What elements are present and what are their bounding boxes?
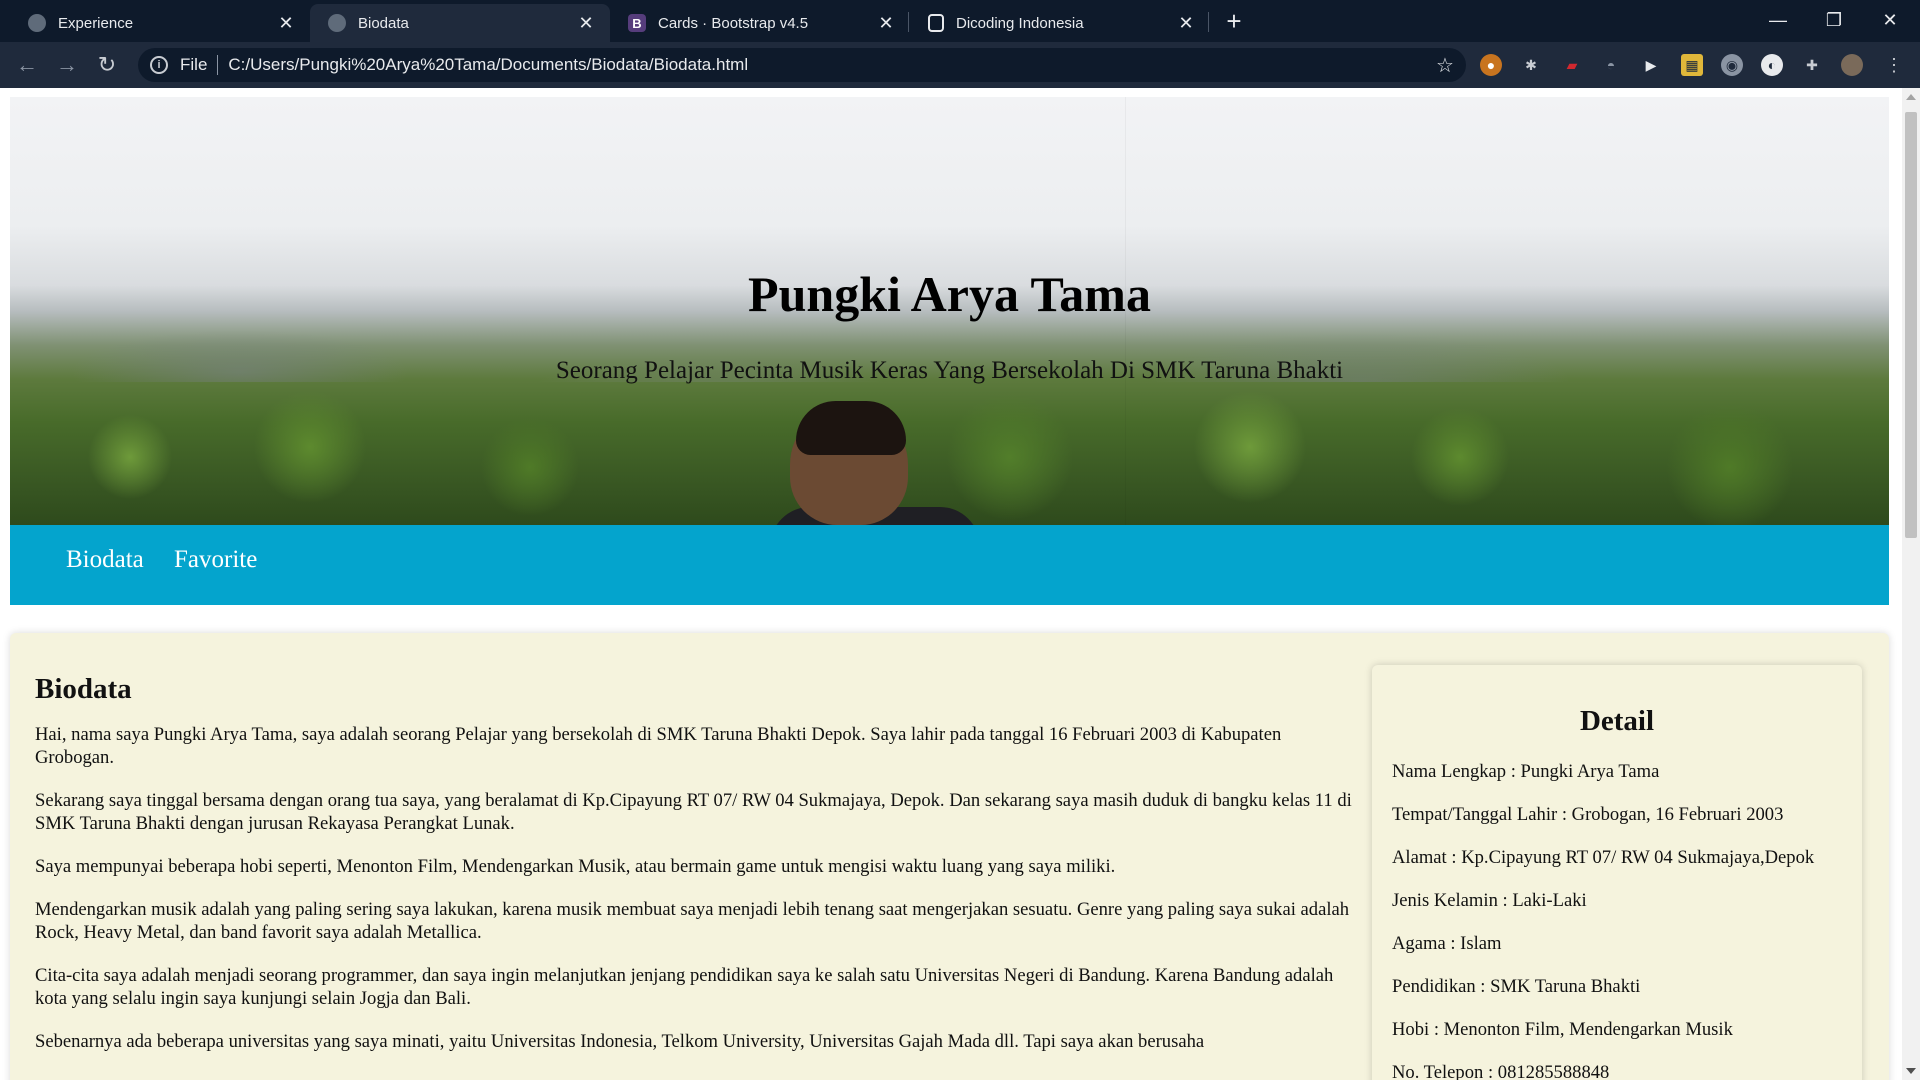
close-icon[interactable]: ✕ bbox=[276, 13, 296, 34]
nav-link-favorite[interactable]: Favorite bbox=[174, 546, 257, 574]
biodata-paragraph: Sekarang saya tinggal bersama dengan ora… bbox=[35, 790, 1352, 834]
biodata-paragraph: Hai, nama saya Pungki Arya Tama, saya ad… bbox=[35, 724, 1282, 768]
biodata-paragraph: Mendengarkan musik adalah yang paling se… bbox=[35, 899, 1350, 943]
address-bar[interactable]: i File C:/Users/Pungki%20Arya%20Tama/Doc… bbox=[138, 48, 1466, 82]
address-url[interactable]: C:/Users/Pungki%20Arya%20Tama/Documents/… bbox=[228, 55, 1430, 75]
detail-row-name: Nama Lengkap : Pungki Arya Tama bbox=[1392, 761, 1660, 782]
bookmark-star-icon[interactable]: ☆ bbox=[1430, 53, 1460, 78]
page-scrollbar[interactable] bbox=[1902, 88, 1920, 1080]
extension-icon[interactable]: ▰ bbox=[1561, 54, 1583, 76]
biodata-paragraph: Sebenarnya ada beberapa universitas yang… bbox=[35, 1031, 1205, 1052]
nav-link-biodata[interactable]: Biodata bbox=[66, 546, 144, 574]
scroll-up-arrow-icon[interactable] bbox=[1906, 94, 1916, 100]
biodata-heading: Biodata bbox=[35, 673, 132, 705]
biodata-paragraph: Cita-cita saya adalah menjadi seorang pr… bbox=[35, 965, 1334, 1009]
close-icon[interactable]: ✕ bbox=[576, 13, 596, 34]
bootstrap-icon: B bbox=[628, 14, 646, 32]
tab-title: Cards · Bootstrap v4.5 bbox=[658, 14, 809, 32]
extension-icon[interactable]: ● bbox=[1480, 54, 1502, 76]
page-viewport: Pungki Arya Tama Seorang Pelajar Pecinta… bbox=[0, 88, 1920, 1080]
globe-icon bbox=[328, 14, 346, 32]
tab-title: Biodata bbox=[358, 14, 409, 32]
detail-card: Detail Nama Lengkap : Pungki Arya Tama T… bbox=[1372, 665, 1862, 1080]
address-divider bbox=[217, 55, 219, 75]
tab-divider bbox=[908, 12, 909, 32]
detail-row-gender: Jenis Kelamin : Laki-Laki bbox=[1392, 890, 1587, 911]
close-icon[interactable]: ✕ bbox=[876, 13, 896, 34]
avatar[interactable] bbox=[1841, 54, 1863, 76]
close-window-button[interactable]: ✕ bbox=[1862, 0, 1918, 40]
back-button[interactable]: ← bbox=[12, 50, 42, 80]
minimize-button[interactable]: — bbox=[1750, 0, 1806, 40]
tab-biodata[interactable]: Biodata ✕ bbox=[310, 4, 610, 42]
detail-row-education: Pendidikan : SMK Taruna Bhakti bbox=[1392, 976, 1641, 997]
hero-subtitle: Seorang Pelajar Pecinta Musik Keras Yang… bbox=[555, 357, 1344, 384]
hero-person-photo bbox=[796, 401, 906, 455]
detail-row-birth: Tempat/Tanggal Lahir : Grobogan, 16 Febr… bbox=[1392, 804, 1784, 825]
tab-title: Experience bbox=[58, 14, 134, 32]
dicoding-icon bbox=[928, 14, 944, 32]
globe-icon bbox=[28, 14, 46, 32]
browser-tab-strip: Experience ✕ Biodata ✕ B Cards · Bootstr… bbox=[0, 0, 1920, 42]
detail-row-hobby: Hobi : Menonton Film, Mendengarkan Musik bbox=[1392, 1019, 1733, 1040]
tab-title: Dicoding Indonesia bbox=[956, 14, 1084, 32]
page-navbar: Biodata Favorite bbox=[10, 525, 1889, 605]
biodata-section: Biodata Hai, nama saya Pungki Arya Tama,… bbox=[35, 673, 1360, 1073]
tab-experience[interactable]: Experience ✕ bbox=[10, 4, 310, 42]
hero-banner: Pungki Arya Tama Seorang Pelajar Pecinta… bbox=[10, 97, 1889, 525]
tab-bootstrap-cards[interactable]: B Cards · Bootstrap v4.5 ✕ bbox=[610, 4, 910, 42]
menu-dots-icon[interactable]: ⋮ bbox=[1883, 54, 1905, 76]
tab-divider bbox=[1208, 12, 1209, 32]
extension-icon[interactable]: ◉ bbox=[1721, 54, 1743, 76]
extension-icon[interactable]: ▦ bbox=[1681, 54, 1703, 76]
hero-title: Pungki Arya Tama bbox=[748, 266, 1151, 322]
forward-button[interactable]: → bbox=[52, 50, 82, 80]
scroll-down-arrow-icon[interactable] bbox=[1906, 1068, 1916, 1074]
puzzle-icon[interactable]: ✚ bbox=[1801, 54, 1823, 76]
biodata-paragraph: Saya mempunyai beberapa hobi seperti, Me… bbox=[35, 856, 1116, 877]
info-icon[interactable]: i bbox=[150, 56, 168, 74]
close-icon[interactable]: ✕ bbox=[1176, 13, 1196, 34]
new-tab-button[interactable]: + bbox=[1219, 6, 1249, 37]
address-scheme: File bbox=[180, 55, 208, 74]
content-panel: Biodata Hai, nama saya Pungki Arya Tama,… bbox=[10, 633, 1889, 1080]
play-icon[interactable]: ▶ bbox=[1640, 54, 1662, 76]
detail-row-address: Alamat : Kp.Cipayung RT 07/ RW 04 Sukmaj… bbox=[1392, 847, 1815, 868]
browser-toolbar: ← → ↻ i File C:/Users/Pungki%20Arya%20Ta… bbox=[0, 42, 1920, 88]
restore-button[interactable]: ❐ bbox=[1806, 0, 1862, 40]
detail-row-phone: No. Telepon : 081285588848 bbox=[1392, 1062, 1610, 1080]
reload-button[interactable]: ↻ bbox=[92, 50, 122, 80]
detail-row-religion: Agama : Islam bbox=[1392, 933, 1502, 954]
extension-icon[interactable]: ◐ bbox=[1761, 54, 1783, 76]
scrollbar-thumb[interactable] bbox=[1905, 112, 1917, 538]
gamepad-icon[interactable]: ◓ bbox=[1600, 54, 1622, 76]
detail-heading: Detail bbox=[1579, 705, 1655, 737]
hero-background-trees bbox=[10, 387, 1889, 525]
extension-icon[interactable]: ✱ bbox=[1520, 54, 1542, 76]
tab-dicoding[interactable]: Dicoding Indonesia ✕ bbox=[910, 4, 1210, 42]
